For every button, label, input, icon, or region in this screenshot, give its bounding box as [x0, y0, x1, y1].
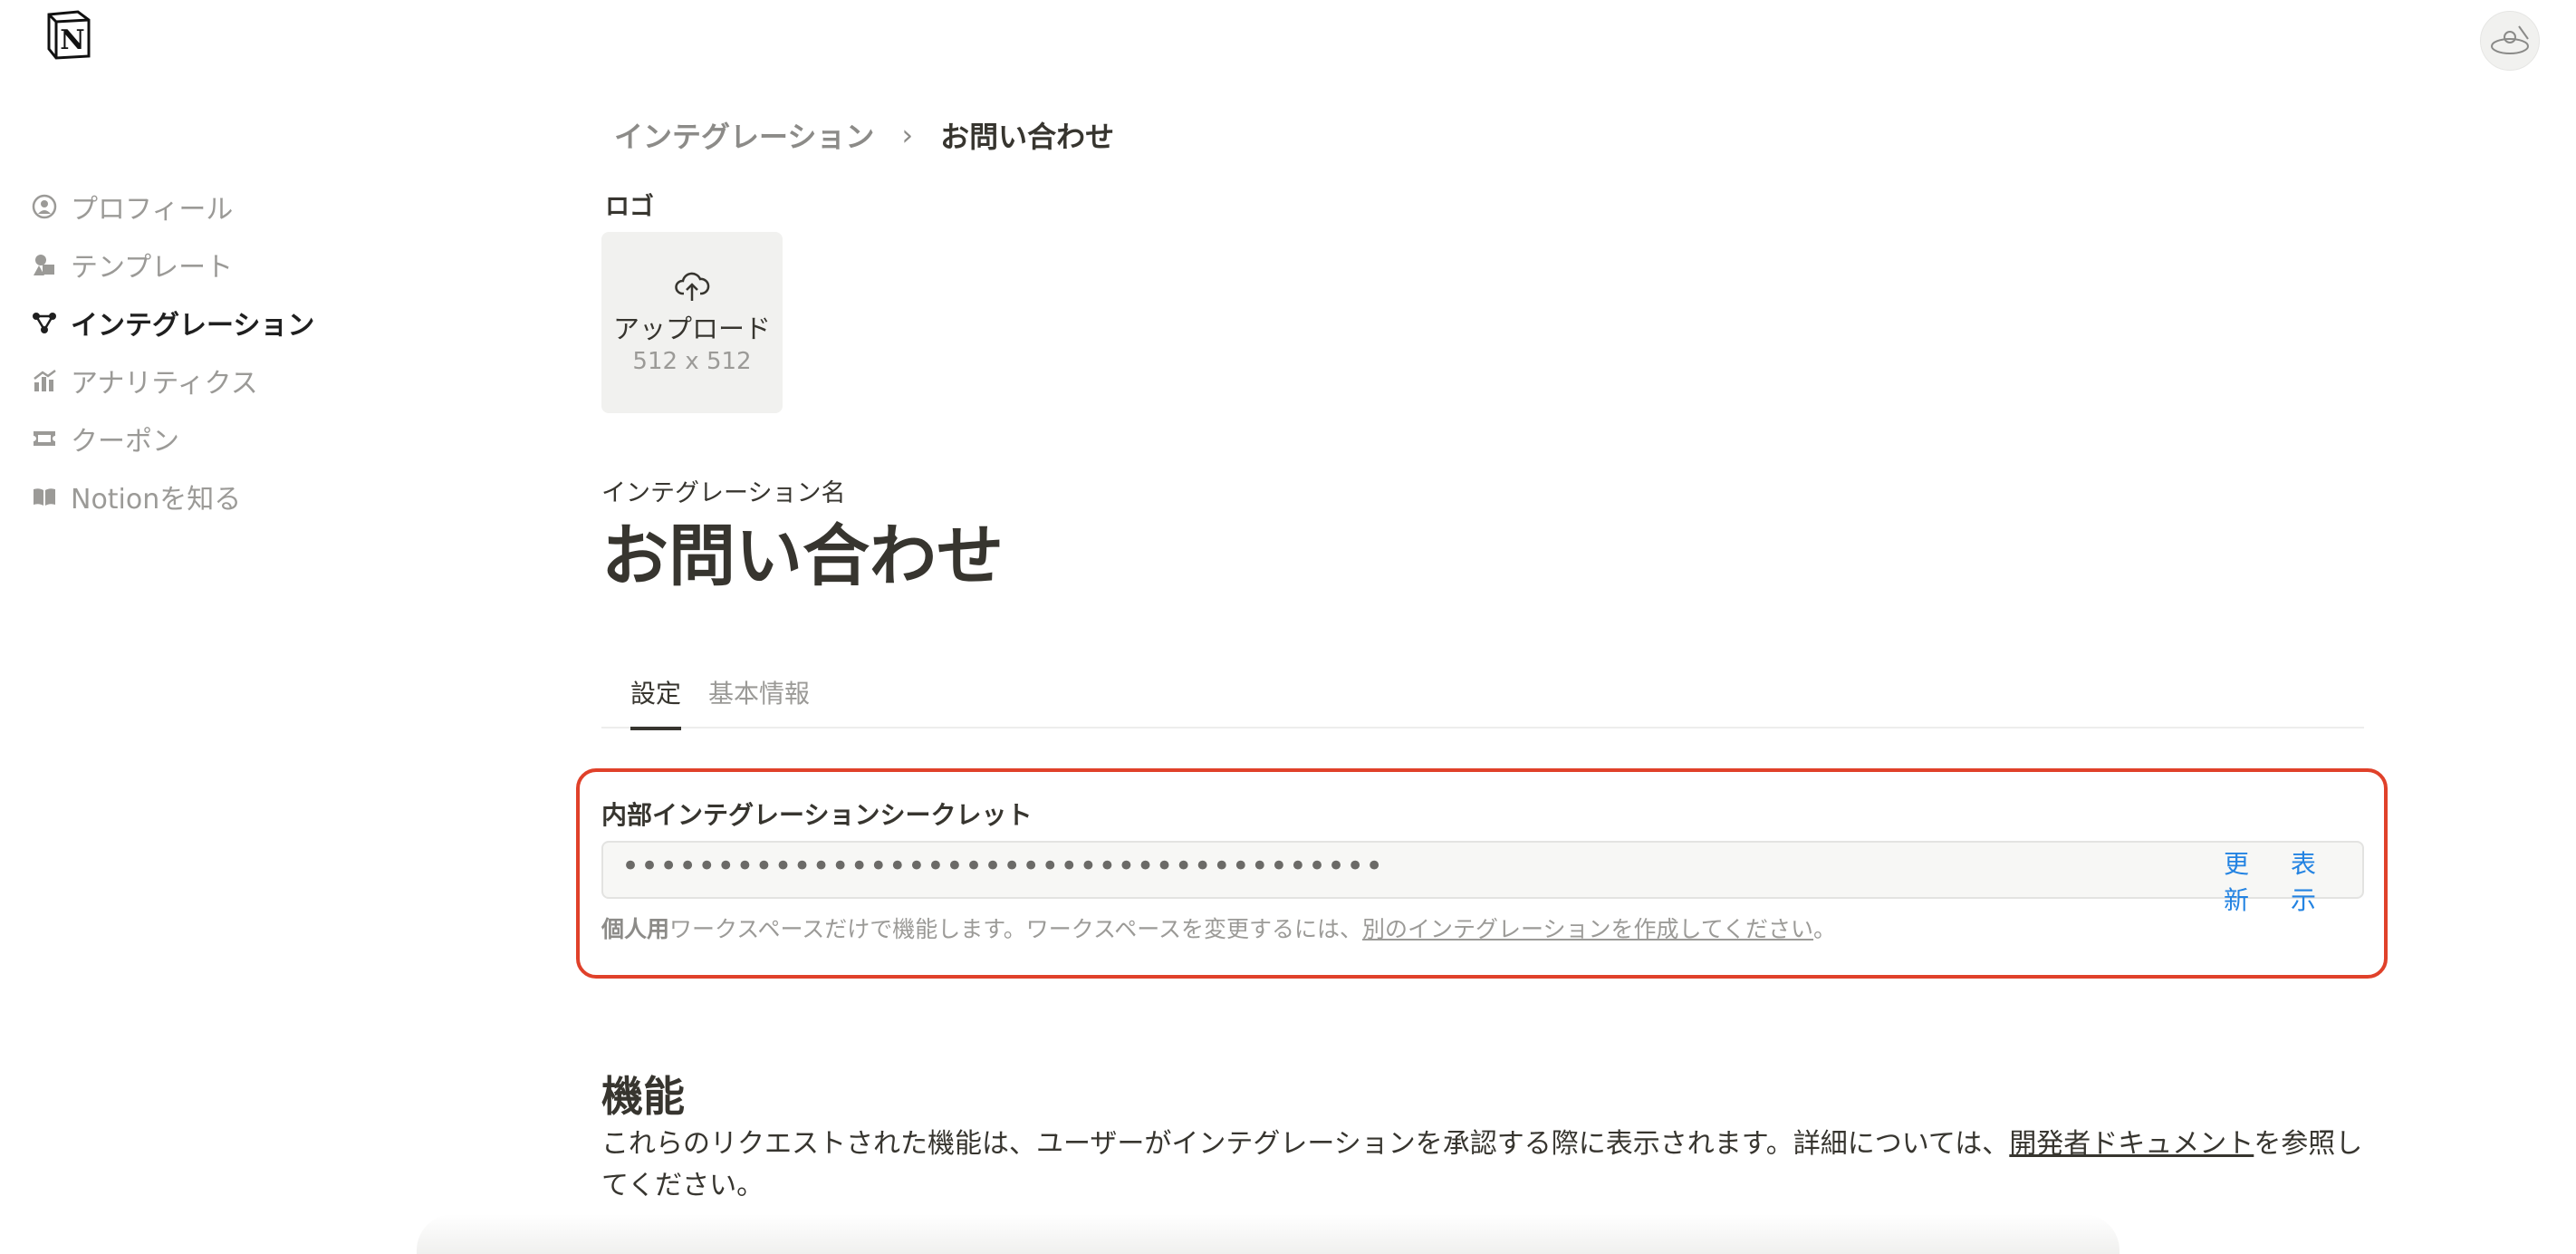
avatar-illustration-icon: [2491, 25, 2529, 54]
sidebar-item-learn-notion[interactable]: Notionを知る: [29, 468, 355, 526]
sidebar-item-coupons[interactable]: クーポン: [29, 410, 355, 468]
secret-hint: 個人用ワークスペースだけで機能します。ワークスペースを変更するには、別のインテグ…: [601, 912, 1836, 944]
breadcrumb-parent-link[interactable]: インテグレーション: [614, 114, 874, 156]
book-icon: [29, 481, 60, 512]
chevron-right-icon: ›: [901, 118, 914, 152]
capabilities-description: これらのリクエストされた機能は、ユーザーがインテグレーションを承認する際に表示さ…: [601, 1124, 2377, 1207]
user-circle-icon: [29, 191, 60, 222]
hint-text: ワークスペースだけで機能します。ワークスペースを変更するには、: [669, 916, 1363, 942]
tab-settings[interactable]: 設定: [630, 674, 682, 730]
ticket-icon: [29, 423, 60, 454]
capabilities-heading: 機能: [601, 1072, 685, 1121]
sidebar-item-integrations[interactable]: インテグレーション: [29, 294, 355, 352]
integration-name-title[interactable]: お問い合わせ: [601, 502, 1004, 599]
sidebar-item-label: アナリティクス: [71, 368, 258, 400]
tab-basic-info[interactable]: 基本情報: [708, 674, 810, 727]
tab-bar: 設定 基本情報: [601, 667, 2364, 730]
sidebar-item-label: インテグレーション: [71, 310, 315, 342]
cloud-upload-icon: [674, 270, 710, 306]
sidebar-item-label: Notionを知る: [71, 484, 242, 516]
logo-label: ロゴ: [605, 193, 654, 221]
secret-label: 内部インテグレーションシークレット: [601, 800, 1033, 830]
nodes-icon: [29, 307, 60, 338]
upload-label: アップロード: [612, 314, 771, 344]
sidebar-item-label: テンプレート: [71, 252, 234, 284]
sidebar-item-label: クーポン: [71, 426, 179, 458]
capabilities-text: これらのリクエストされた機能は、ユーザーがインテグレーションを承認する際に表示さ…: [601, 1128, 2010, 1160]
upload-size-hint: 512 x 512: [632, 348, 752, 375]
developer-docs-link[interactable]: 開発者ドキュメント: [2009, 1128, 2254, 1160]
sidebar: プロフィール テンプレート インテグレーション アナリティクス クーポン Not…: [29, 178, 355, 526]
svg-text:N: N: [60, 24, 84, 56]
logo-upload-button[interactable]: アップロード 512 x 512: [601, 232, 783, 413]
hint-bold: 個人用: [601, 916, 670, 942]
breadcrumb-current: お問い合わせ: [940, 120, 1115, 154]
refresh-secret-button[interactable]: 更新: [2221, 846, 2252, 919]
secret-masked-value: ••••••••••••••••••••••••••••••••••••••••: [621, 848, 1385, 884]
bottom-fade: [417, 1214, 2119, 1254]
show-secret-button[interactable]: 表示: [2288, 846, 2319, 919]
chart-icon: [29, 365, 60, 396]
sidebar-item-label: プロフィール: [71, 194, 234, 226]
sidebar-item-templates[interactable]: テンプレート: [29, 236, 355, 294]
notion-logo-icon[interactable]: N: [42, 7, 96, 62]
sidebar-item-profile[interactable]: プロフィール: [29, 178, 355, 236]
shapes-icon: [29, 249, 60, 280]
create-integration-link[interactable]: 別のインテグレーションを作成してください: [1362, 916, 1813, 942]
breadcrumb: インテグレーション › お問い合わせ: [614, 114, 1114, 156]
sidebar-item-analytics[interactable]: アナリティクス: [29, 352, 355, 410]
secret-field[interactable]: ••••••••••••••••••••••••••••••••••••••••…: [601, 841, 2364, 915]
user-avatar[interactable]: [2480, 11, 2540, 71]
hint-end: 。: [1813, 916, 1837, 942]
